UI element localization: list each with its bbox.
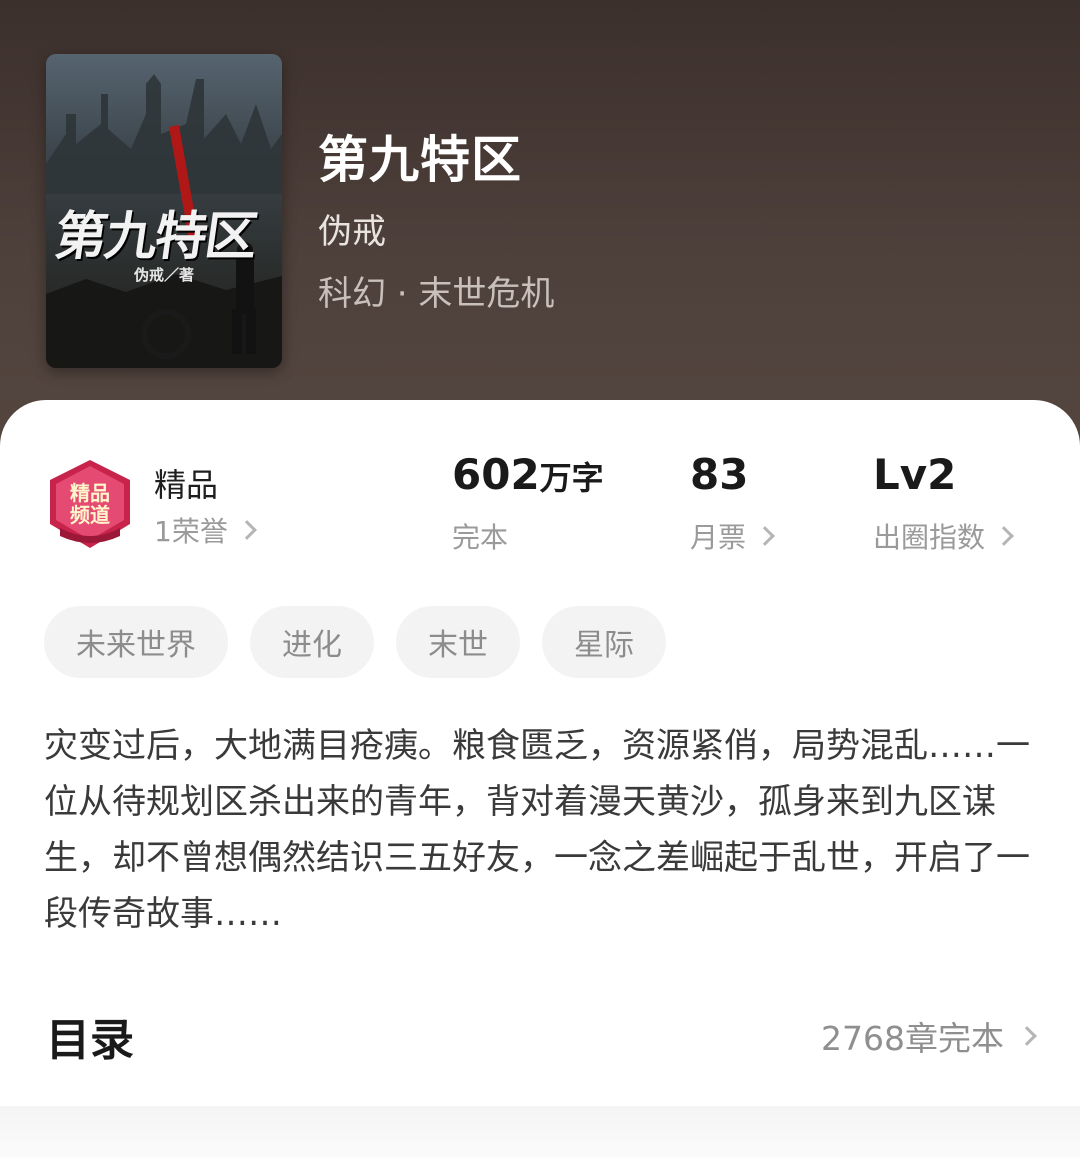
book-cover[interactable]: 第九特区 伪戒／著 [46, 54, 282, 368]
chevron-right-icon [994, 526, 1014, 546]
monthly-ticket-label: 月票 [690, 521, 747, 554]
tag-chip[interactable]: 未来世界 [44, 606, 228, 678]
book-header: 第九特区 伪戒／著 第九特区 伪戒 科幻 · 末世危机 [0, 0, 1080, 440]
chapter-count: 2768章完本 [821, 1019, 1004, 1058]
svg-text:精品: 精品 [70, 481, 110, 505]
book-title: 第九特区 [318, 131, 522, 189]
tag-chip[interactable]: 星际 [542, 606, 666, 678]
cover-title: 第九特区 [51, 206, 260, 267]
badge-label: 精品 [154, 466, 219, 504]
book-info-card: 精品 频道 精品 1荣誉 602万字 完本 83 月票 Lv2 出圈指数 未来世… [0, 400, 1080, 1158]
chevron-right-icon [236, 520, 257, 540]
book-synopsis[interactable]: 灾变过后，大地满目疮痍。粮食匮乏，资源紧俏，局势混乱……一位从待规划区杀出来的青… [44, 718, 1034, 942]
section-divider [0, 1106, 1080, 1158]
monthly-ticket-link[interactable]: 月票 [690, 516, 775, 556]
completion-status-text: 完本 [452, 521, 509, 554]
toc-link[interactable]: 2768章完本 [821, 1012, 1037, 1060]
monthly-ticket-value: 83 [690, 450, 749, 499]
chevron-right-icon [755, 526, 775, 546]
word-count-unit: 万字 [539, 459, 604, 497]
completion-status: 完本 [452, 516, 508, 556]
tag-chip[interactable]: 末世 [396, 606, 520, 678]
honor-link[interactable]: 1荣誉 [154, 510, 257, 550]
word-count-value: 602 [452, 450, 540, 499]
premium-badge-icon[interactable]: 精品 频道 [46, 458, 134, 550]
tag-chip[interactable]: 进化 [250, 606, 374, 678]
honor-count: 1荣誉 [154, 515, 228, 548]
word-count: 602万字 [452, 450, 604, 499]
popularity-label: 出圈指数 [873, 521, 986, 554]
popularity-level: Lv2 [873, 450, 957, 499]
book-category[interactable]: 科幻 · 末世危机 [318, 266, 554, 315]
popularity-link[interactable]: 出圈指数 [873, 516, 1014, 556]
toc-title[interactable]: 目录 [46, 1004, 134, 1068]
cover-author: 伪戒／著 [133, 266, 194, 284]
chevron-right-icon [1017, 1026, 1037, 1046]
book-author[interactable]: 伪戒 [318, 204, 386, 253]
tag-list: 未来世界 进化 末世 星际 [44, 606, 666, 678]
svg-text:频道: 频道 [70, 503, 110, 527]
